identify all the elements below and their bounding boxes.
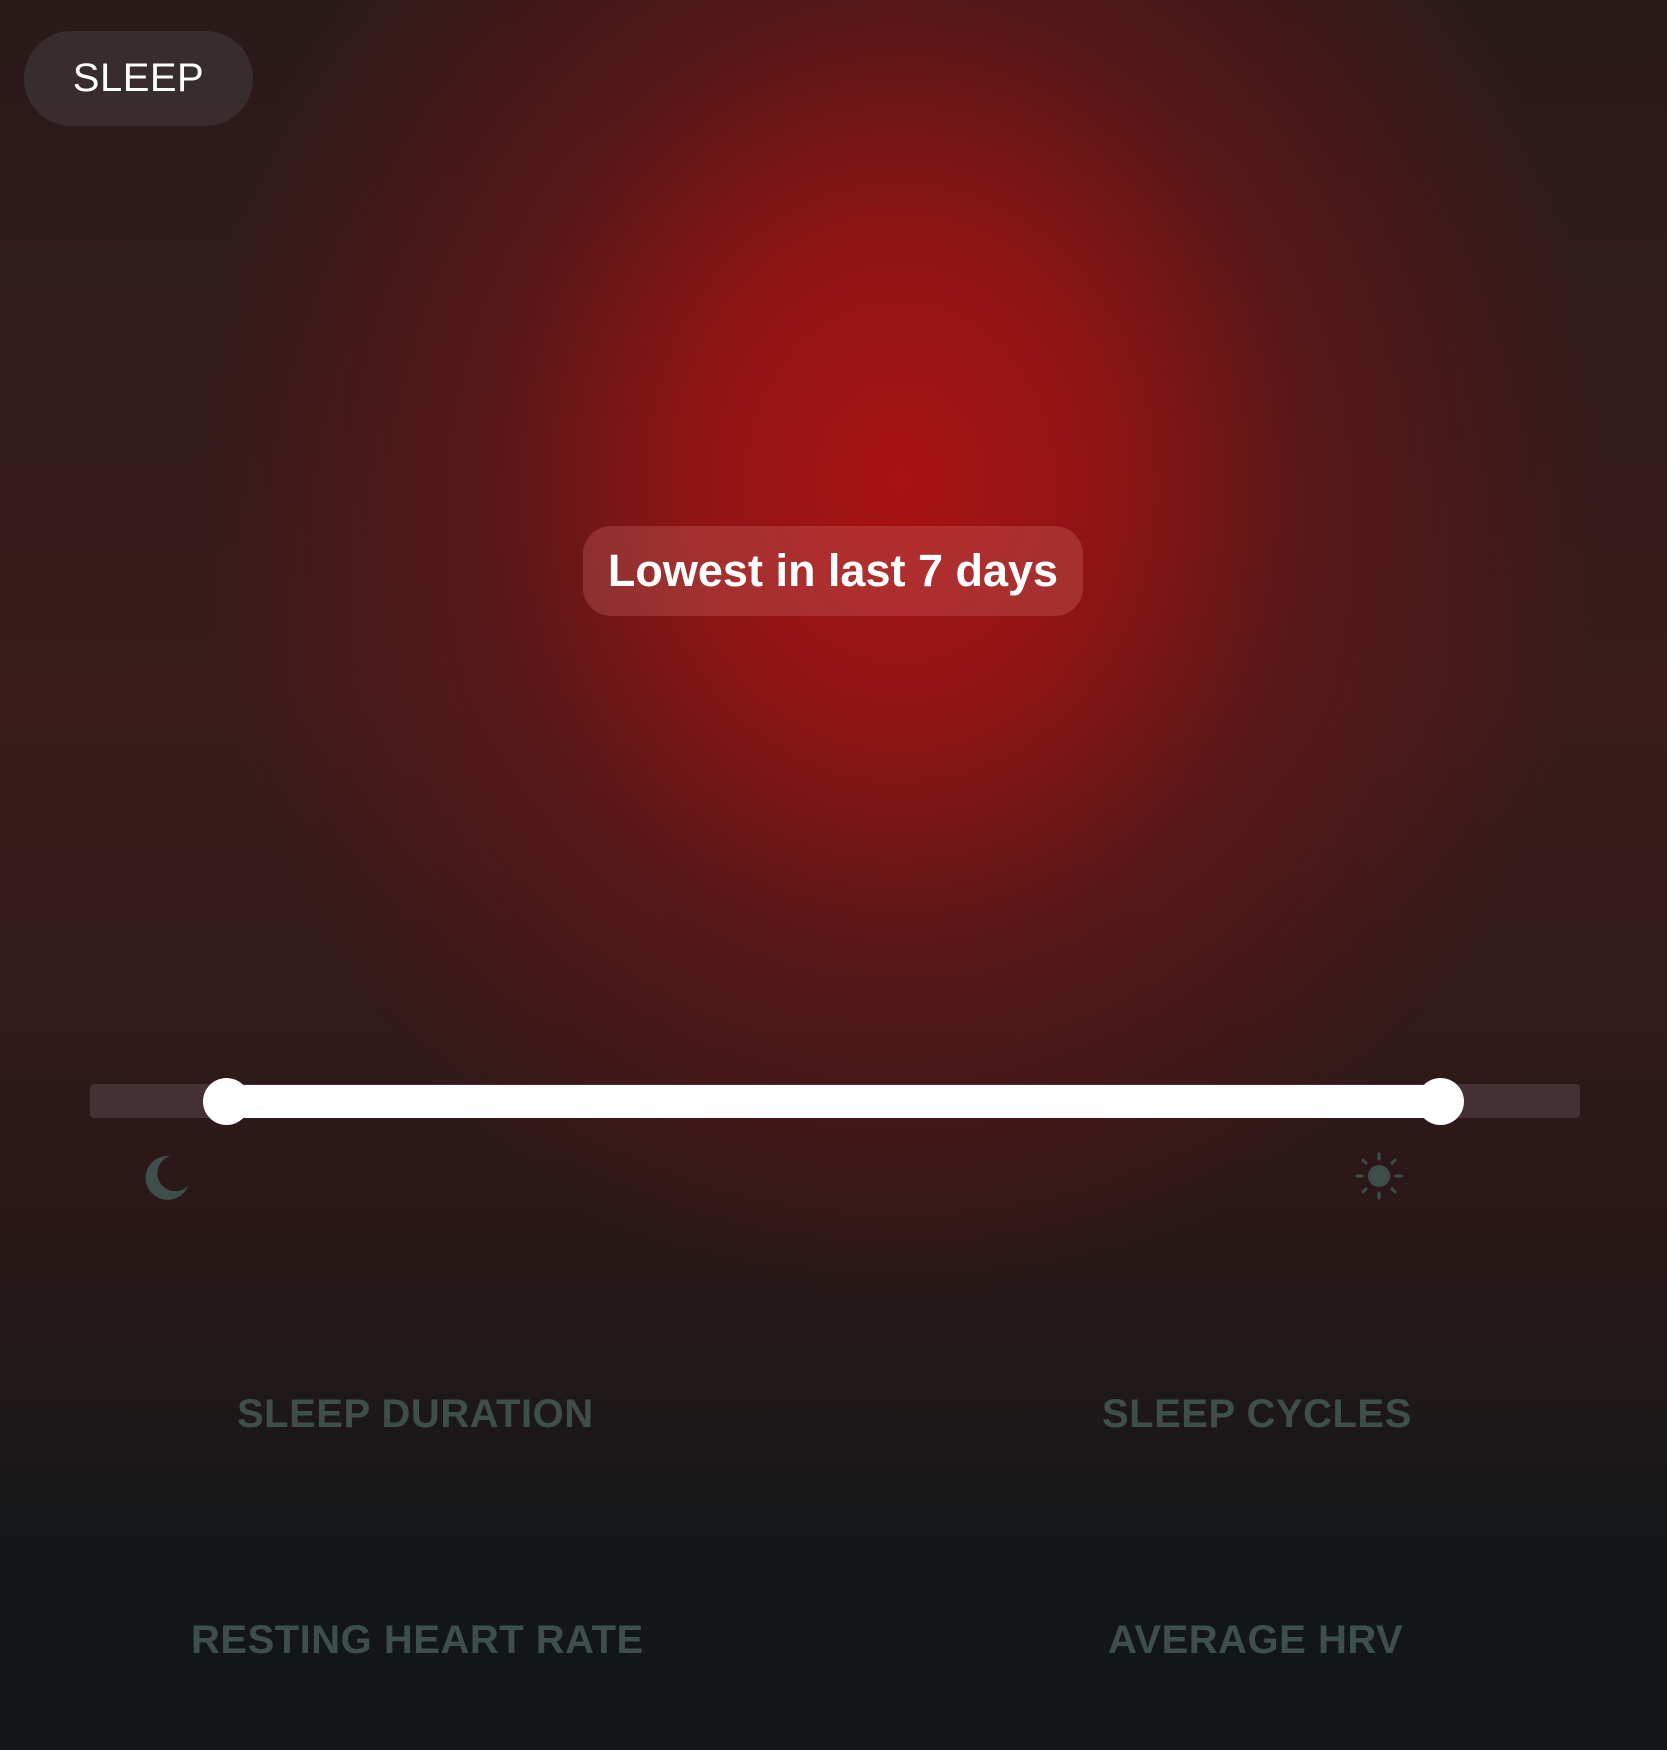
sun-icon (1355, 1152, 1403, 1200)
sleep-timeline-range (226, 1085, 1441, 1118)
sleep-end-handle[interactable] (1417, 1078, 1464, 1125)
sleep-category-label: SLEEP (72, 56, 205, 100)
resting-heart-rate-label[interactable]: RESTING HEART RATE (191, 1618, 644, 1663)
sleep-duration-label[interactable]: SLEEP DURATION (237, 1392, 594, 1437)
insight-badge: Lowest in last 7 days (583, 526, 1083, 616)
sleep-start-handle[interactable] (203, 1078, 250, 1125)
moon-icon (145, 1155, 188, 1200)
insight-badge-label: Lowest in last 7 days (607, 545, 1059, 596)
background-gradient (0, 0, 1667, 1750)
sleep-cycles-label[interactable]: SLEEP CYCLES (1102, 1392, 1412, 1437)
sleep-category-pill[interactable]: SLEEP (24, 31, 253, 126)
average-hrv-label[interactable]: AVERAGE HRV (1108, 1618, 1403, 1663)
